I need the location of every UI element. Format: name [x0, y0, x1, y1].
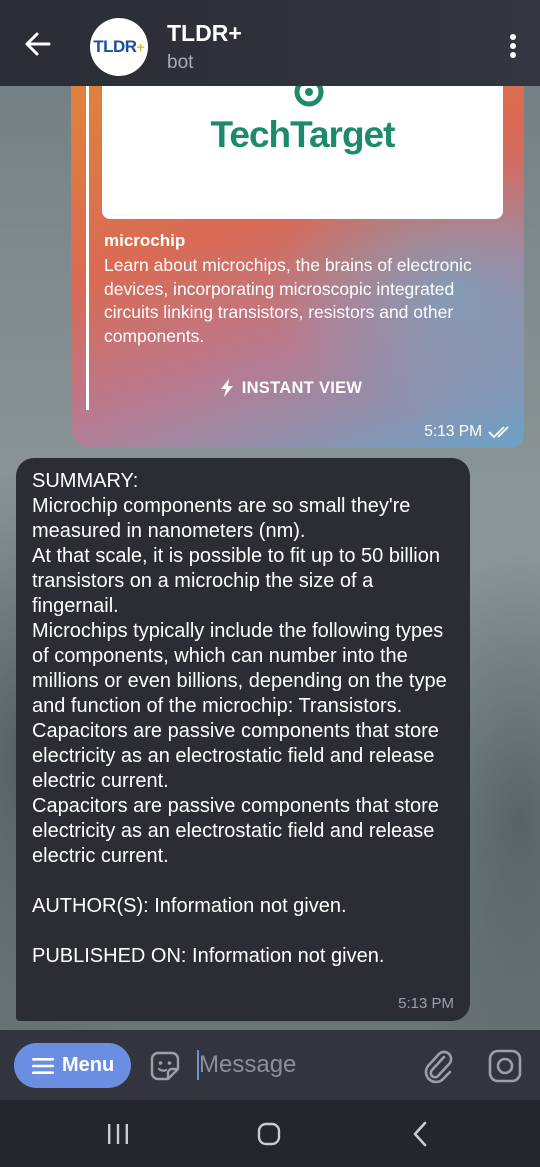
avatar-text: TLDR	[93, 37, 137, 56]
outgoing-message-time: 5:13 PM	[424, 423, 482, 440]
attach-icon[interactable]	[420, 1048, 456, 1084]
chat-subtitle: bot	[167, 52, 194, 73]
incoming-message-bubble[interactable]: SUMMARY: Microchip components are so sma…	[16, 458, 470, 1021]
techtarget-logo-text: TechTarget	[210, 114, 396, 155]
link-preview-image[interactable]: TechTarget	[102, 70, 503, 219]
chat-title[interactable]: TLDR+	[167, 20, 242, 47]
double-check-icon	[488, 426, 509, 439]
link-preview[interactable]: TechTarget microchip Learn about microch…	[86, 70, 511, 410]
instant-view-button[interactable]: INSTANT VIEW	[86, 371, 496, 405]
nav-recent-icon[interactable]	[106, 1123, 130, 1145]
message-input[interactable]	[199, 1050, 399, 1080]
instant-view-label: INSTANT VIEW	[241, 378, 363, 397]
message-composer: Menu	[0, 1030, 540, 1100]
nav-home-icon[interactable]	[257, 1122, 281, 1146]
bot-menu-button[interactable]: Menu	[14, 1043, 131, 1088]
link-preview-description: Learn about microchips, the brains of el…	[104, 255, 472, 346]
chat-header: TLDR + TLDR+ bot	[0, 0, 540, 86]
menu-label: Menu	[62, 1054, 115, 1076]
sticker-icon[interactable]	[148, 1049, 182, 1083]
link-preview-site-name: microchip	[104, 231, 186, 250]
avatar-plus: +	[136, 39, 145, 55]
outgoing-message-bubble[interactable]: TechTarget microchip Learn about microch…	[71, 70, 524, 448]
outgoing-message-meta: 5:13 PM	[424, 423, 514, 441]
bot-avatar[interactable]: TLDR +	[90, 18, 148, 76]
hamburger-icon	[32, 1057, 54, 1074]
camera-icon[interactable]	[488, 1049, 522, 1083]
back-arrow-icon[interactable]	[22, 28, 54, 60]
system-navigation-bar	[0, 1100, 540, 1167]
nav-back-icon[interactable]	[410, 1121, 432, 1147]
lightning-icon	[220, 379, 233, 397]
incoming-message-text: SUMMARY: Microchip components are so sma…	[32, 470, 447, 967]
incoming-message-time: 5:13 PM	[398, 995, 454, 1012]
more-vert-icon[interactable]	[510, 34, 518, 60]
